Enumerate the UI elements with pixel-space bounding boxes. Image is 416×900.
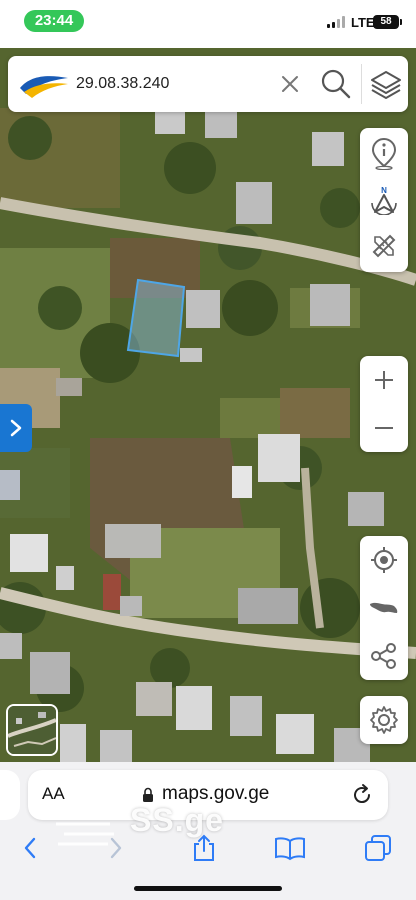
georgia-map-icon bbox=[370, 602, 398, 613]
info-location-icon bbox=[371, 138, 397, 170]
bookmarks-button[interactable] bbox=[270, 828, 310, 868]
close-icon[interactable] bbox=[278, 72, 302, 96]
crosshair-icon bbox=[371, 547, 397, 573]
tools-panel: N bbox=[360, 128, 408, 272]
status-time: 23:44 bbox=[24, 10, 84, 32]
search-icon[interactable] bbox=[320, 68, 352, 100]
search-input[interactable] bbox=[76, 70, 276, 98]
side-panel-toggle[interactable] bbox=[0, 404, 32, 452]
share-icon bbox=[371, 643, 396, 669]
compass-button[interactable]: N bbox=[360, 178, 408, 222]
browser-chrome: AA maps.gov.ge SS.ge bbox=[0, 762, 416, 900]
divider bbox=[361, 64, 362, 104]
minus-icon bbox=[375, 427, 393, 429]
settings-icon-wrap bbox=[360, 698, 408, 742]
map-actions-panel bbox=[360, 536, 408, 680]
plus-icon bbox=[375, 371, 393, 389]
network-type: LTE bbox=[351, 15, 375, 30]
locate-button[interactable] bbox=[360, 538, 408, 582]
region-button[interactable] bbox=[360, 586, 408, 630]
layers-icon[interactable] bbox=[370, 68, 402, 100]
info-button[interactable] bbox=[360, 132, 408, 176]
tabs-icon bbox=[365, 835, 391, 861]
zoom-controls bbox=[360, 356, 408, 452]
reload-icon[interactable] bbox=[350, 783, 374, 807]
share-button[interactable] bbox=[360, 634, 408, 678]
settings-button[interactable] bbox=[360, 696, 408, 744]
search-bar bbox=[8, 56, 408, 112]
ruler-pencil-icon bbox=[372, 234, 396, 258]
napr-logo bbox=[20, 76, 68, 98]
watermark-text: SS.ge bbox=[130, 802, 224, 838]
satellite-imagery bbox=[0, 48, 416, 762]
chevron-right-icon bbox=[10, 419, 22, 437]
zoom-out-button[interactable] bbox=[360, 406, 408, 450]
back-button[interactable] bbox=[10, 828, 50, 868]
basemap-thumbnail[interactable] bbox=[6, 704, 58, 756]
measure-button[interactable] bbox=[360, 224, 408, 268]
basemap-preview bbox=[8, 706, 56, 754]
tabs-button[interactable] bbox=[358, 828, 398, 868]
book-icon bbox=[275, 837, 305, 861]
previous-tab-edge[interactable] bbox=[0, 770, 20, 820]
zoom-in-button[interactable] bbox=[360, 358, 408, 402]
status-bar: 23:44 LTE 58 bbox=[0, 0, 416, 48]
selected-parcel[interactable] bbox=[126, 278, 186, 358]
chevron-left-icon bbox=[24, 837, 36, 859]
map-view[interactable]: N bbox=[0, 48, 416, 762]
battery-icon: 58 bbox=[373, 15, 402, 29]
svg-text:N: N bbox=[381, 186, 387, 195]
gear-icon bbox=[370, 706, 398, 734]
compass-icon: N bbox=[371, 186, 397, 215]
home-indicator[interactable] bbox=[134, 886, 282, 891]
cellular-signal-icon bbox=[327, 16, 347, 28]
